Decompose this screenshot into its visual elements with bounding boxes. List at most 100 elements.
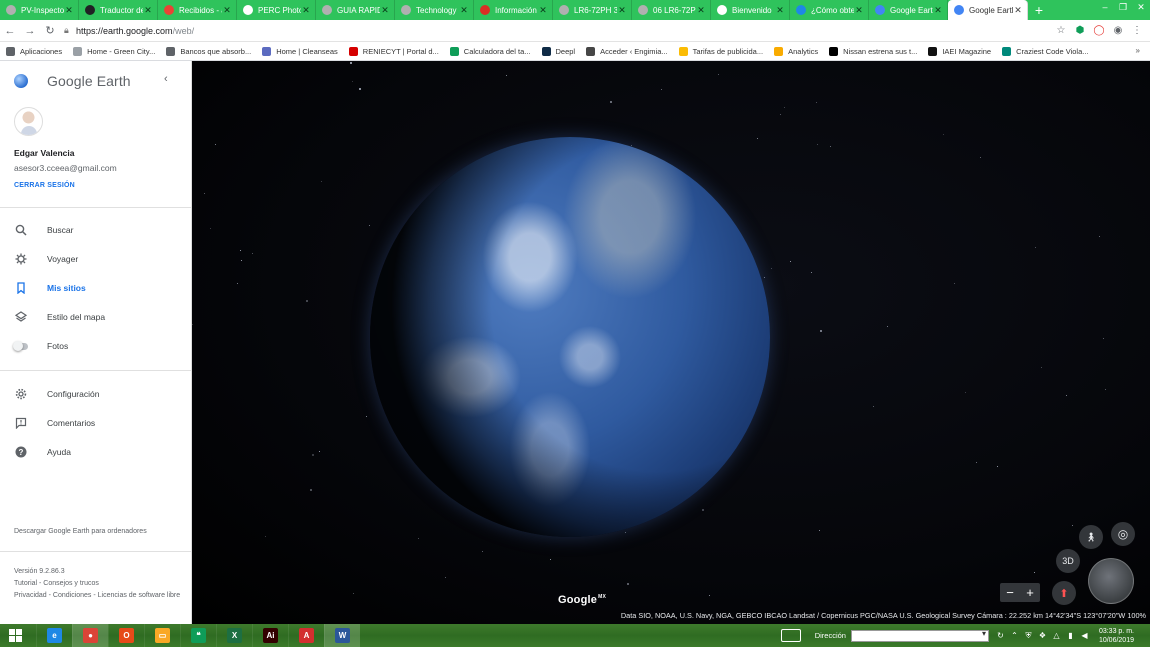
new-tab-icon[interactable]: +	[1028, 0, 1050, 20]
tab-close-icon[interactable]: ✕	[617, 5, 627, 16]
tab-close-icon[interactable]: ✕	[933, 5, 943, 16]
tab-close-icon[interactable]: ✕	[538, 5, 548, 16]
acrobat-app[interactable]: A	[288, 624, 324, 647]
bookmark-item[interactable]: Home | Cleanseas	[262, 46, 338, 56]
network-icon[interactable]: ▮	[1065, 630, 1076, 641]
toolbar-actions: ☆ ⬢ ◯ ◉ ⋮	[1054, 24, 1150, 38]
tab-7[interactable]: LR6-72PH 3 ✕	[553, 0, 632, 20]
tab-1[interactable]: Traductor de ✕	[79, 0, 158, 20]
user-name: Edgar Valencia	[14, 148, 75, 158]
keyboard-icon[interactable]	[780, 629, 801, 642]
explorer-app[interactable]: ▭	[144, 624, 180, 647]
bookmark-item[interactable]: IAEI Magazine	[928, 46, 991, 56]
bookmark-item[interactable]: Bancos que absorb...	[166, 46, 251, 56]
bookmark-item[interactable]: Analytics	[774, 46, 818, 56]
dropbox-icon[interactable]: ❖	[1037, 630, 1048, 641]
tab-close-icon[interactable]: ✕	[1013, 5, 1023, 16]
legal-links[interactable]: Privacidad - Condiciones - Licencias de …	[14, 590, 184, 601]
address-toolbar-input[interactable]	[850, 629, 989, 642]
star-icon[interactable]: ☆	[1054, 24, 1068, 38]
download-desktop-link[interactable]: Descargar Google Earth para ordenadores	[14, 528, 147, 535]
avatar[interactable]	[14, 107, 43, 136]
zoom-in-button[interactable]: +	[1020, 583, 1040, 602]
minimize-icon[interactable]: –	[1096, 0, 1114, 14]
tab-close-icon[interactable]: ✕	[222, 5, 232, 16]
hangouts-app[interactable]: ❝	[180, 624, 216, 647]
close-window-icon[interactable]: ✕	[1132, 0, 1150, 14]
bookmarks-overflow-icon[interactable]: »	[1136, 46, 1140, 55]
reload-icon[interactable]: ↻	[40, 21, 60, 41]
tab-9[interactable]: Bienvenido ✕	[711, 0, 790, 20]
bookmark-item[interactable]: Calculadora del ta...	[449, 46, 531, 56]
clock[interactable]: 03:33 p. m. 10/06/2019	[1099, 627, 1134, 645]
profile-icon[interactable]: ◉	[1111, 24, 1125, 38]
windows-start-icon[interactable]	[0, 624, 30, 647]
tab-5[interactable]: Technology ✕	[395, 0, 474, 20]
toggle-3d-button[interactable]: 3D	[1056, 549, 1080, 573]
word-app[interactable]: W	[324, 624, 360, 647]
refresh-icon[interactable]: ↻	[995, 630, 1006, 641]
signout-link[interactable]: CERRAR SESIÓN	[14, 182, 75, 189]
opera-icon[interactable]: ◯	[1092, 24, 1106, 38]
nav-item-buscar[interactable]: Buscar	[0, 218, 191, 242]
office-app[interactable]: O	[108, 624, 144, 647]
minimap-globe[interactable]	[1088, 558, 1134, 604]
drive-icon[interactable]: △	[1051, 630, 1062, 641]
tab-2[interactable]: Recibidos - a ✕	[158, 0, 237, 20]
bookmark-item[interactable]: RENIECYT | Portal d...	[348, 46, 439, 56]
my-location-icon[interactable]: ◎	[1111, 522, 1135, 546]
tab-close-icon[interactable]: ✕	[459, 5, 469, 16]
tab-4[interactable]: GUIA RAPIDA✕	[316, 0, 395, 20]
tab-12[interactable]: Google Earth ✕	[948, 0, 1028, 20]
tab-close-icon[interactable]: ✕	[854, 5, 864, 16]
nav-item-configuracion[interactable]: Configuración	[0, 382, 191, 406]
earth-globe[interactable]	[370, 137, 770, 537]
shield-icon[interactable]: ⛨	[1023, 630, 1034, 641]
bookmark-item[interactable]: Craziest Code Viola...	[1002, 46, 1089, 56]
tab-10[interactable]: ¿Cómo obte ✕	[790, 0, 869, 20]
illustrator-app[interactable]: Ai	[252, 624, 288, 647]
chrome-app[interactable]: ●	[72, 624, 108, 647]
back-icon[interactable]: ←	[0, 21, 20, 41]
compass-icon[interactable]: ⬆︎	[1052, 581, 1076, 605]
tab-favicon-icon	[401, 5, 411, 15]
tab-close-icon[interactable]: ✕	[301, 5, 311, 16]
nav-item-voyager[interactable]: Voyager	[0, 247, 191, 271]
star	[241, 260, 242, 261]
tab-6[interactable]: Información ✕	[474, 0, 553, 20]
tab-3[interactable]: PERC Photov✕	[237, 0, 316, 20]
nav-item-comentarios[interactable]: Comentarios	[0, 411, 191, 435]
earth-viewport[interactable]: 🚶︎ ◎ 3D − + ⬆︎ GoogleMX Data SIO, NOAA, …	[192, 61, 1150, 624]
nav-item-estilo-del-mapa[interactable]: Estilo del mapa	[0, 305, 191, 329]
bookmark-item[interactable]: Home - Green City...	[73, 46, 155, 56]
bookmark-item[interactable]: Acceder ‹ Engimia...	[586, 46, 668, 56]
tab-close-icon[interactable]: ✕	[775, 5, 785, 16]
tab-close-icon[interactable]: ✕	[696, 5, 706, 16]
bookmark-item[interactable]: Nissan estrena sus t...	[829, 46, 917, 56]
pegman-icon[interactable]: 🚶︎	[1079, 525, 1103, 549]
bookmark-item[interactable]: Aplicaciones	[6, 46, 62, 56]
address-bar[interactable]: 🔒︎ https://earth.google.com/web/	[64, 22, 1046, 39]
nav-item-fotos[interactable]: Fotos	[0, 334, 191, 358]
tutorial-link[interactable]: Tutorial - Consejos y trucos	[14, 578, 184, 589]
bookmark-item[interactable]: Tarifas de publicida...	[678, 46, 763, 56]
tab-close-icon[interactable]: ✕	[380, 5, 390, 16]
volume-icon[interactable]: ◀	[1079, 630, 1090, 641]
tab-11[interactable]: Google Earth ✕	[869, 0, 948, 20]
tab-8[interactable]: 06 LR6-72P ✕	[632, 0, 711, 20]
menu-icon[interactable]: ⋮	[1130, 24, 1144, 38]
extension-icon[interactable]: ⬢	[1073, 24, 1087, 38]
collapse-panel-icon[interactable]: ‹	[164, 73, 168, 85]
tab-close-icon[interactable]: ✕	[64, 5, 74, 16]
forward-icon[interactable]: →	[20, 21, 40, 41]
tab-0[interactable]: PV-Inspector ✕	[0, 0, 79, 20]
ie-app[interactable]: e	[36, 624, 72, 647]
tab-close-icon[interactable]: ✕	[143, 5, 153, 16]
restore-icon[interactable]: ❐	[1114, 0, 1132, 14]
nav-item-ayuda[interactable]: ? Ayuda	[0, 440, 191, 464]
bookmark-item[interactable]: Deepl	[541, 46, 575, 56]
chevron-up-icon[interactable]: ⌃	[1009, 630, 1020, 641]
excel-app[interactable]: X	[216, 624, 252, 647]
nav-item-mis-sitios[interactable]: Mis sitios	[0, 276, 191, 300]
zoom-out-button[interactable]: −	[1000, 583, 1020, 602]
